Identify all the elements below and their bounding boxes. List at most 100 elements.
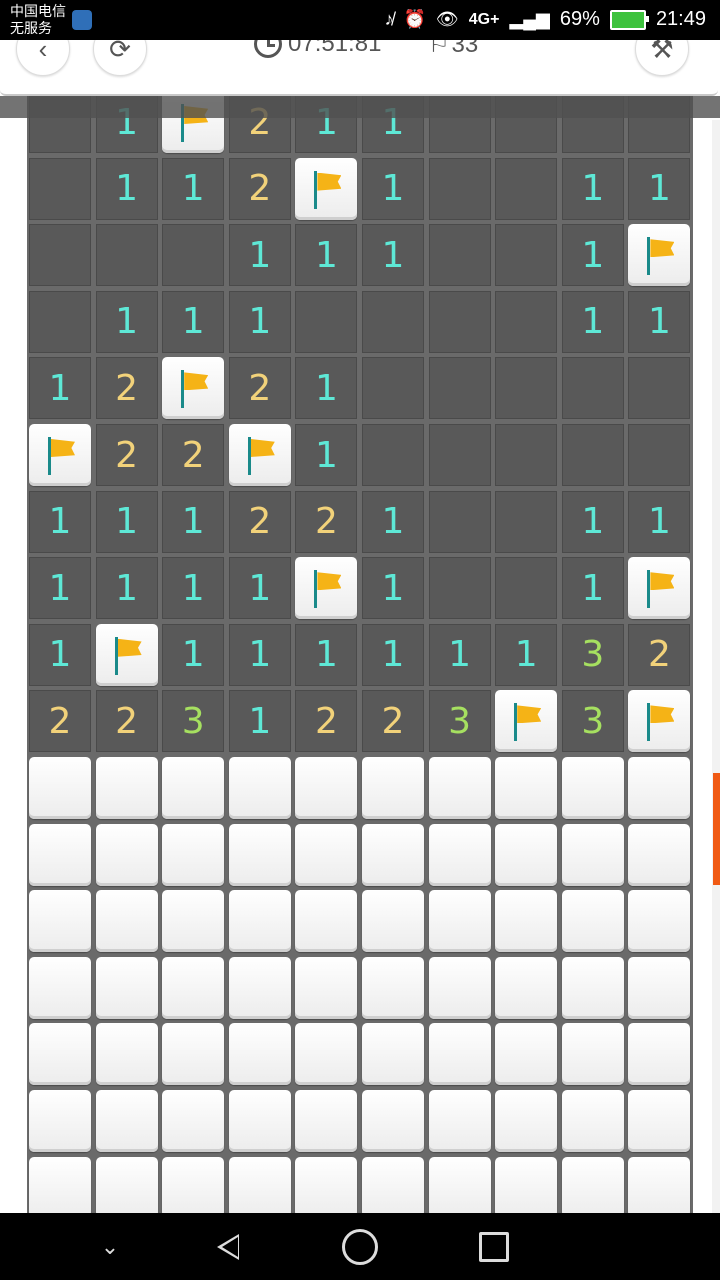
empty-cell[interactable] [29, 157, 91, 220]
unrevealed-cell[interactable] [628, 1090, 691, 1152]
unrevealed-cell[interactable] [228, 1023, 291, 1086]
number-cell[interactable]: 1 [561, 224, 624, 287]
unrevealed-cell[interactable] [428, 1156, 491, 1213]
unrevealed-cell[interactable] [628, 823, 691, 886]
unrevealed-cell[interactable] [29, 890, 91, 953]
flagged-cell[interactable] [495, 690, 558, 753]
unrevealed-cell[interactable] [362, 890, 424, 953]
unrevealed-cell[interactable] [295, 757, 358, 819]
unrevealed-cell[interactable] [95, 757, 158, 819]
unrevealed-cell[interactable] [362, 1156, 424, 1213]
empty-cell[interactable] [29, 290, 91, 353]
number-cell[interactable]: 1 [228, 290, 291, 353]
flagged-cell[interactable] [228, 424, 291, 486]
flagged-cell[interactable] [628, 224, 691, 287]
unrevealed-cell[interactable] [162, 1023, 225, 1086]
number-cell[interactable]: 1 [628, 290, 691, 353]
number-cell[interactable]: 1 [295, 224, 358, 287]
unrevealed-cell[interactable] [362, 823, 424, 886]
number-cell[interactable]: 2 [29, 690, 91, 753]
unrevealed-cell[interactable] [628, 1156, 691, 1213]
unrevealed-cell[interactable] [561, 890, 624, 953]
unrevealed-cell[interactable] [628, 1023, 691, 1086]
unrevealed-cell[interactable] [162, 823, 225, 886]
empty-cell[interactable] [428, 224, 491, 287]
number-cell[interactable]: 1 [162, 623, 225, 686]
number-cell[interactable]: 1 [362, 490, 424, 553]
unrevealed-cell[interactable] [495, 956, 558, 1019]
number-cell[interactable]: 2 [295, 490, 358, 553]
unrevealed-cell[interactable] [561, 823, 624, 886]
number-cell[interactable]: 1 [95, 157, 158, 220]
unrevealed-cell[interactable] [162, 1156, 225, 1213]
flagged-cell[interactable] [628, 690, 691, 753]
unrevealed-cell[interactable] [561, 956, 624, 1019]
unrevealed-cell[interactable] [162, 956, 225, 1019]
number-cell[interactable]: 1 [95, 490, 158, 553]
number-cell[interactable]: 1 [228, 690, 291, 753]
scrollbar-track[interactable] [712, 120, 720, 1213]
flagged-cell[interactable] [95, 623, 158, 686]
number-cell[interactable]: 1 [29, 490, 91, 553]
unrevealed-cell[interactable] [428, 1023, 491, 1086]
unrevealed-cell[interactable] [295, 1156, 358, 1213]
unrevealed-cell[interactable] [95, 1156, 158, 1213]
number-cell[interactable]: 1 [228, 224, 291, 287]
unrevealed-cell[interactable] [628, 757, 691, 819]
empty-cell[interactable] [561, 357, 624, 420]
empty-cell[interactable] [362, 424, 424, 486]
number-cell[interactable]: 1 [29, 557, 91, 620]
number-cell[interactable]: 2 [228, 357, 291, 420]
flagged-cell[interactable] [628, 557, 691, 620]
unrevealed-cell[interactable] [495, 823, 558, 886]
unrevealed-cell[interactable] [295, 956, 358, 1019]
number-cell[interactable]: 1 [162, 290, 225, 353]
empty-cell[interactable] [428, 290, 491, 353]
empty-cell[interactable] [428, 557, 491, 620]
number-cell[interactable]: 1 [228, 557, 291, 620]
unrevealed-cell[interactable] [495, 1023, 558, 1086]
empty-cell[interactable] [428, 357, 491, 420]
empty-cell[interactable] [95, 224, 158, 287]
nav-home-button[interactable] [336, 1223, 384, 1271]
unrevealed-cell[interactable] [362, 1090, 424, 1152]
number-cell[interactable]: 2 [95, 357, 158, 420]
number-cell[interactable]: 1 [29, 623, 91, 686]
unrevealed-cell[interactable] [428, 757, 491, 819]
number-cell[interactable]: 1 [362, 557, 424, 620]
number-cell[interactable]: 1 [95, 557, 158, 620]
number-cell[interactable]: 2 [628, 623, 691, 686]
number-cell[interactable]: 2 [95, 690, 158, 753]
empty-cell[interactable] [495, 290, 558, 353]
unrevealed-cell[interactable] [95, 1090, 158, 1152]
number-cell[interactable]: 2 [362, 690, 424, 753]
number-cell[interactable]: 1 [495, 623, 558, 686]
unrevealed-cell[interactable] [561, 1090, 624, 1152]
unrevealed-cell[interactable] [428, 890, 491, 953]
number-cell[interactable]: 1 [29, 357, 91, 420]
unrevealed-cell[interactable] [628, 956, 691, 1019]
unrevealed-cell[interactable] [95, 1023, 158, 1086]
number-cell[interactable]: 2 [295, 690, 358, 753]
empty-cell[interactable] [162, 224, 225, 287]
empty-cell[interactable] [495, 557, 558, 620]
unrevealed-cell[interactable] [428, 956, 491, 1019]
empty-cell[interactable] [495, 357, 558, 420]
unrevealed-cell[interactable] [228, 956, 291, 1019]
number-cell[interactable]: 1 [295, 424, 358, 486]
unrevealed-cell[interactable] [95, 956, 158, 1019]
unrevealed-cell[interactable] [495, 757, 558, 819]
scrollbar-thumb[interactable] [713, 773, 720, 885]
number-cell[interactable]: 1 [561, 490, 624, 553]
number-cell[interactable]: 2 [95, 424, 158, 486]
number-cell[interactable]: 3 [162, 690, 225, 753]
number-cell[interactable]: 2 [228, 157, 291, 220]
unrevealed-cell[interactable] [228, 1090, 291, 1152]
empty-cell[interactable] [495, 424, 558, 486]
empty-cell[interactable] [628, 357, 691, 420]
unrevealed-cell[interactable] [495, 1090, 558, 1152]
unrevealed-cell[interactable] [29, 1090, 91, 1152]
number-cell[interactable]: 2 [162, 424, 225, 486]
unrevealed-cell[interactable] [29, 757, 91, 819]
unrevealed-cell[interactable] [162, 1090, 225, 1152]
